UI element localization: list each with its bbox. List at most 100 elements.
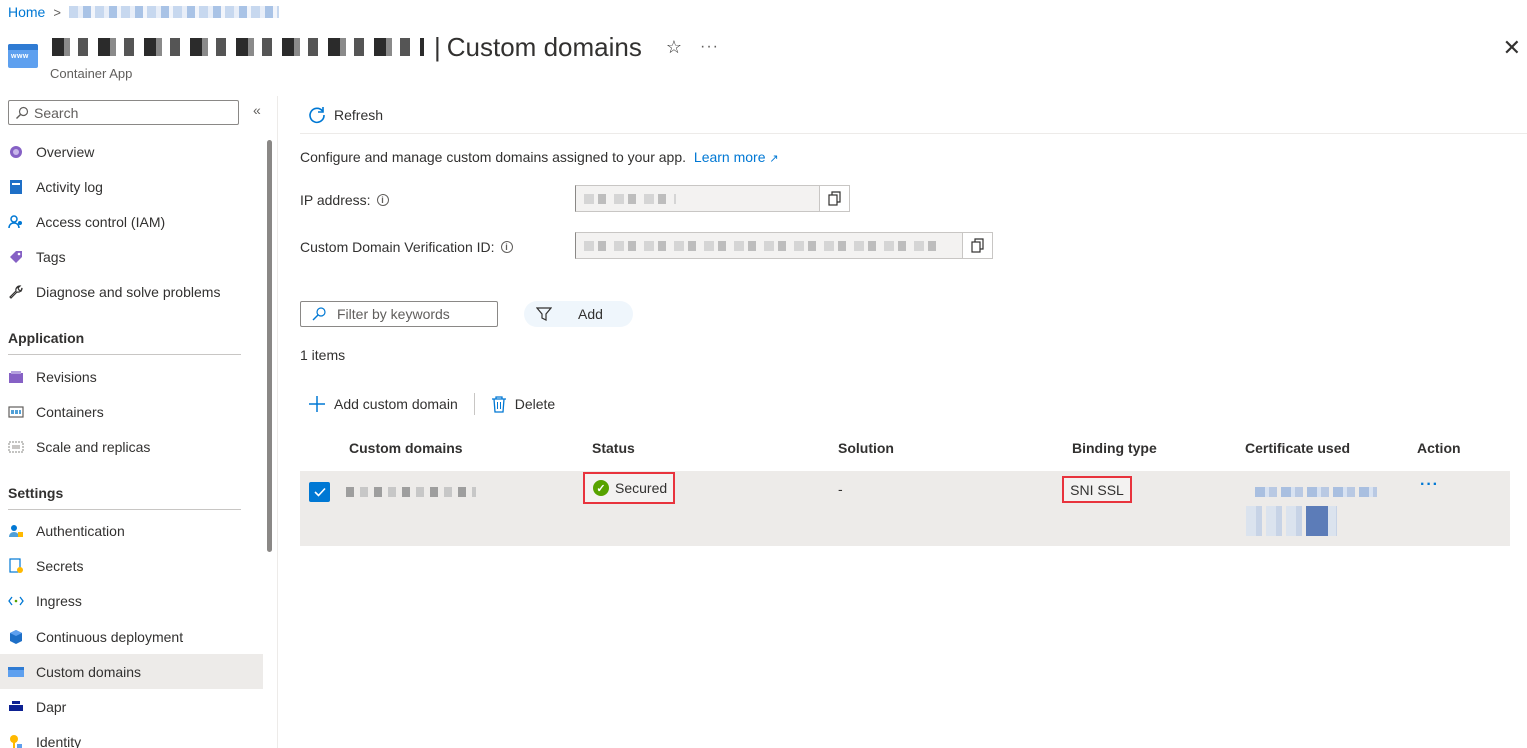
solution-cell: - — [838, 481, 843, 497]
ingress-icon — [8, 593, 24, 609]
copy-verification-id-button[interactable] — [962, 233, 992, 258]
title-separator: | — [434, 31, 441, 62]
pane-divider — [277, 96, 278, 748]
item-count: 1 items — [300, 347, 346, 363]
sidebar-item-iam[interactable]: Access control (IAM) — [0, 204, 263, 239]
tag-icon — [8, 249, 24, 265]
identity-icon — [8, 734, 24, 748]
sidebar-item-diagnose[interactable]: Diagnose and solve problems — [0, 275, 263, 310]
section-divider — [8, 353, 241, 355]
table-toolbar: Add custom domain Delete — [308, 391, 555, 417]
sidebar-item-secrets[interactable]: Secrets — [0, 549, 263, 584]
page-header: www | Custom domains ☆ ··· Container App… — [8, 32, 1527, 82]
deployment-icon — [8, 629, 24, 645]
containers-icon — [8, 404, 24, 420]
overview-icon — [8, 144, 24, 160]
sidebar-item-overview[interactable]: Overview — [0, 134, 263, 169]
section-heading-application: Application — [8, 329, 85, 346]
sidebar-scrollbar[interactable] — [267, 140, 272, 552]
certificate-cell — [1255, 487, 1377, 497]
close-icon[interactable]: ✕ — [1503, 37, 1521, 59]
sidebar-item-authentication[interactable]: Authentication — [0, 514, 263, 549]
breadcrumb: Home > — [8, 2, 279, 22]
chevron-right-icon: > — [53, 4, 61, 20]
scale-icon — [8, 439, 24, 455]
sidebar-search-input[interactable]: Search — [8, 100, 239, 125]
section-divider — [8, 508, 241, 510]
column-header-binding-type[interactable]: Binding type — [1072, 440, 1157, 456]
iam-icon — [8, 214, 24, 230]
breadcrumb-resource-link[interactable] — [68, 6, 279, 18]
column-header-action: Action — [1417, 440, 1461, 456]
wrench-icon — [8, 284, 24, 300]
sidebar-nav: Overview Activity log Access control (IA… — [0, 134, 263, 748]
plus-icon — [309, 396, 325, 412]
sidebar-item-tags[interactable]: Tags — [0, 240, 263, 275]
page-title: Custom domains — [446, 31, 642, 62]
refresh-icon — [309, 106, 325, 123]
sidebar-item-ingress[interactable]: Ingress — [0, 584, 263, 619]
binding-type-cell: SNI SSL — [1062, 476, 1132, 503]
info-icon[interactable]: i — [500, 241, 513, 253]
sidebar-item-scale[interactable]: Scale and replicas — [0, 429, 263, 464]
collapse-sidebar-icon[interactable]: « — [253, 102, 261, 118]
copy-icon — [970, 237, 984, 253]
resource-name — [52, 38, 424, 56]
toolbar-separator — [473, 393, 475, 415]
table-header: Custom domains Status Solution Binding t… — [300, 426, 1510, 472]
external-link-icon: ↗ — [769, 153, 779, 165]
filter-icon — [536, 307, 552, 321]
column-header-solution[interactable]: Solution — [838, 440, 894, 456]
learn-more-link[interactable]: Learn more ↗ — [694, 149, 779, 165]
info-icon[interactable]: i — [376, 194, 389, 206]
sidebar-item-continuous-deployment[interactable]: Continuous deployment — [0, 619, 263, 654]
table-row[interactable]: ✓ Secured - SNI SSL ··· — [300, 472, 1510, 546]
custom-domains-table: Custom domains Status Solution Binding t… — [300, 426, 1510, 546]
sidebar-item-dapr[interactable]: Dapr — [0, 689, 263, 724]
sidebar-item-custom-domains[interactable]: Custom domains — [0, 654, 263, 690]
breadcrumb-home-link[interactable]: Home — [8, 4, 45, 20]
custom-domains-icon — [8, 664, 24, 680]
row-actions-button[interactable]: ··· — [1420, 476, 1439, 494]
refresh-button[interactable]: Refresh — [308, 106, 383, 124]
authentication-icon — [8, 523, 24, 539]
checkmark-icon — [313, 487, 326, 497]
sidebar-item-identity[interactable]: Identity — [0, 725, 263, 748]
copy-ip-button[interactable] — [819, 186, 849, 211]
column-header-custom-domains[interactable]: Custom domains — [349, 440, 463, 456]
sidebar-item-activity-log[interactable]: Activity log — [0, 169, 263, 204]
add-filter-button[interactable]: Add — [524, 301, 633, 327]
revisions-icon — [8, 369, 24, 385]
main-content: Refresh Configure and manage custom doma… — [300, 96, 1527, 748]
command-bar: Refresh — [300, 96, 1527, 134]
sidebar-item-containers[interactable]: Containers — [0, 394, 263, 429]
filter-input[interactable]: Filter by keywords — [300, 301, 498, 327]
copy-icon — [827, 190, 841, 206]
secrets-icon — [8, 558, 24, 574]
column-header-status[interactable]: Status — [592, 440, 635, 456]
dapr-icon — [8, 699, 24, 715]
page-description: Configure and manage custom domains assi… — [300, 149, 779, 165]
verification-id-field[interactable] — [575, 232, 993, 259]
search-icon — [16, 106, 29, 119]
sidebar: Search « Overview Activity log Access co… — [0, 96, 272, 748]
verification-id-label: Custom Domain Verification ID: i — [300, 239, 513, 255]
trash-icon — [491, 396, 506, 413]
resource-type: Container App — [50, 66, 133, 81]
ip-address-label: IP address: i — [300, 192, 389, 208]
more-options-icon[interactable]: ··· — [700, 38, 719, 56]
container-app-icon: www — [8, 44, 38, 68]
activity-log-icon — [8, 179, 24, 195]
certificate-cell-detail — [1246, 506, 1337, 536]
status-cell: ✓ Secured — [583, 472, 675, 504]
sidebar-item-revisions[interactable]: Revisions — [0, 359, 263, 394]
delete-button[interactable]: Delete — [491, 395, 555, 413]
column-header-certificate[interactable]: Certificate used — [1245, 440, 1350, 456]
favorite-star-icon[interactable]: ☆ — [666, 37, 682, 58]
search-icon — [312, 307, 326, 321]
row-checkbox[interactable] — [309, 482, 330, 502]
add-custom-domain-button[interactable]: Add custom domain — [308, 395, 458, 413]
section-heading-settings: Settings — [8, 484, 64, 501]
check-circle-icon: ✓ — [593, 480, 609, 496]
ip-address-field[interactable] — [575, 185, 850, 212]
